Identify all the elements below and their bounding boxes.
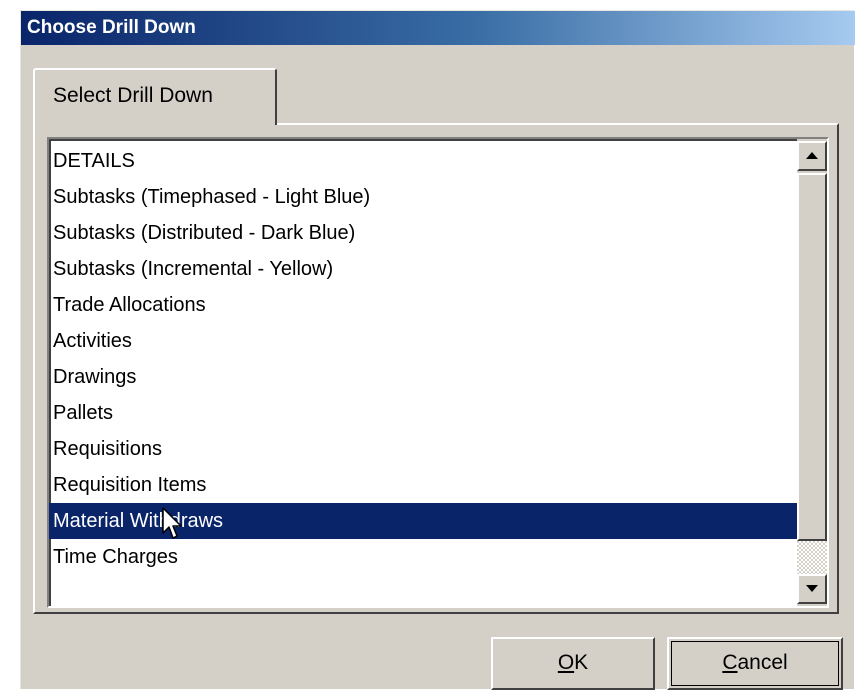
ok-button[interactable]: OK bbox=[491, 637, 655, 690]
scrollbar-thumb[interactable] bbox=[797, 173, 827, 541]
tab-select-drill-down[interactable]: Select Drill Down bbox=[33, 68, 277, 125]
mouse-pointer-icon bbox=[162, 507, 182, 539]
vertical-scrollbar[interactable] bbox=[797, 139, 827, 606]
list-item[interactable]: Requisition Items bbox=[49, 467, 797, 503]
list-item[interactable]: Subtasks (Incremental - Yellow) bbox=[49, 251, 797, 287]
cancel-button[interactable]: Cancel bbox=[667, 637, 843, 690]
list-item[interactable]: Subtasks (Timephased - Light Blue) bbox=[49, 179, 797, 215]
scroll-up-button[interactable] bbox=[797, 141, 827, 171]
list-item[interactable]: Drawings bbox=[49, 359, 797, 395]
cancel-accelerator: C bbox=[722, 651, 738, 674]
scroll-down-arrow-icon bbox=[806, 585, 818, 592]
scroll-down-button[interactable] bbox=[797, 574, 827, 604]
list-item[interactable]: DETAILS bbox=[49, 143, 797, 179]
ok-accelerator: O bbox=[557, 651, 575, 674]
list-item[interactable]: Activities bbox=[49, 323, 797, 359]
ok-label: K bbox=[574, 651, 589, 674]
list-item[interactable]: Requisitions bbox=[49, 431, 797, 467]
scroll-up-arrow-icon bbox=[806, 152, 818, 159]
list-item[interactable]: Trade Allocations bbox=[49, 287, 797, 323]
list-item[interactable]: Time Charges bbox=[49, 539, 797, 575]
cancel-label: ancel bbox=[737, 651, 788, 674]
scrollbar-track[interactable] bbox=[797, 541, 827, 574]
list-item[interactable]: Subtasks (Distributed - Dark Blue) bbox=[49, 215, 797, 251]
dialog-title: Choose Drill Down bbox=[21, 11, 855, 45]
list-item[interactable]: Pallets bbox=[49, 395, 797, 431]
choose-drill-down-dialog: Choose Drill Down Select Drill Down DETA… bbox=[20, 10, 855, 690]
